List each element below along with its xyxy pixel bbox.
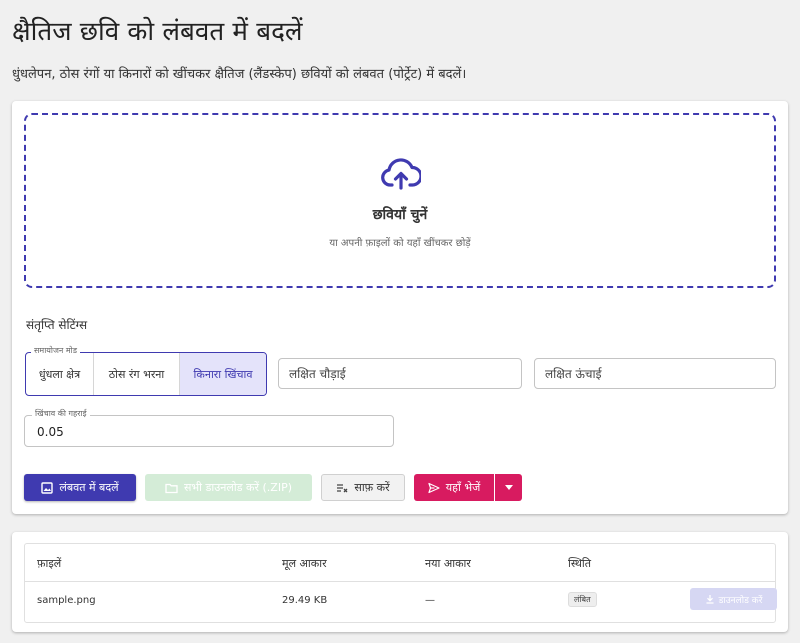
convert-button-label: लंबवत में बदलें: [59, 481, 119, 494]
stretch-depth-input[interactable]: 0.05: [24, 415, 394, 447]
caret-down-icon: [504, 485, 513, 490]
download-all-button[interactable]: सभी डाउनलोड करें (.ZIP): [145, 474, 312, 501]
page-title: क्षैतिज छवि को लंबवत में बदलें: [12, 17, 303, 47]
dropzone-hint: या अपनी फ़ाइलों को यहाँ खींचकर छोड़ें: [329, 238, 471, 249]
column-header-status: स्थिति: [568, 557, 592, 570]
image-icon: [41, 481, 54, 494]
row-download-label: डाउनलोड करें: [718, 595, 763, 606]
mode-legend: समायोजन मोड: [31, 346, 81, 356]
dropzone-title: छवियाँ चुनें: [372, 207, 428, 223]
new-size: —: [425, 595, 435, 606]
table-divider: [25, 581, 775, 582]
row-download-button[interactable]: डाउनलोड करें: [690, 588, 777, 610]
send-icon: [428, 482, 440, 493]
cloud-upload-icon: [381, 158, 421, 190]
send-to-button[interactable]: यहाँ भेजें: [414, 474, 494, 501]
clear-icon: [337, 483, 348, 492]
mode-option-edge-stretch[interactable]: किनारा खिंचाव: [180, 353, 266, 395]
mode-toggle-group: धुंधला क्षेत्र ठोस रंग भरना किनारा खिंचा…: [25, 352, 267, 396]
settings-section-label: संतृप्ति सेटिंग्स: [26, 318, 88, 332]
original-size: 29.49 KB: [282, 595, 328, 606]
target-width-input[interactable]: [278, 358, 522, 389]
status-badge: लंबित: [568, 592, 597, 607]
stretch-depth-legend: खिंचाव की गहराई: [32, 409, 90, 419]
page-subtitle: धुंधलेपन, ठोस रंगों या किनारों को खींचकर…: [12, 67, 467, 82]
column-header-new-size: नया आकार: [425, 557, 471, 570]
clear-button-label: साफ़ करें: [354, 481, 390, 494]
file-name: sample.png: [37, 595, 96, 606]
column-header-original-size: मूल आकार: [282, 557, 327, 570]
send-to-label: यहाँ भेजें: [445, 481, 481, 494]
download-all-label: सभी डाउनलोड करें (.ZIP): [183, 481, 292, 494]
files-table: फ़ाइलें मूल आकार नया आकार स्थिति sample.…: [24, 543, 777, 623]
clear-button[interactable]: साफ़ करें: [321, 474, 405, 501]
files-card: फ़ाइलें मूल आकार नया आकार स्थिति sample.…: [12, 532, 788, 632]
target-height-input[interactable]: [534, 358, 776, 389]
mode-option-blur[interactable]: धुंधला क्षेत्र: [26, 353, 94, 395]
column-header-files: फ़ाइलें: [37, 557, 62, 570]
download-icon: [706, 595, 714, 604]
stretch-depth-value: 0.05: [37, 425, 64, 439]
folder-zip-icon: [165, 483, 178, 493]
mode-option-solid-color[interactable]: ठोस रंग भरना: [94, 353, 180, 395]
file-dropzone[interactable]: छवियाँ चुनें या अपनी फ़ाइलों को यहाँ खीं…: [24, 113, 776, 288]
converter-card: छवियाँ चुनें या अपनी फ़ाइलों को यहाँ खीं…: [12, 101, 788, 514]
send-to-menu-button[interactable]: [495, 474, 522, 501]
convert-button[interactable]: लंबवत में बदलें: [24, 474, 136, 501]
